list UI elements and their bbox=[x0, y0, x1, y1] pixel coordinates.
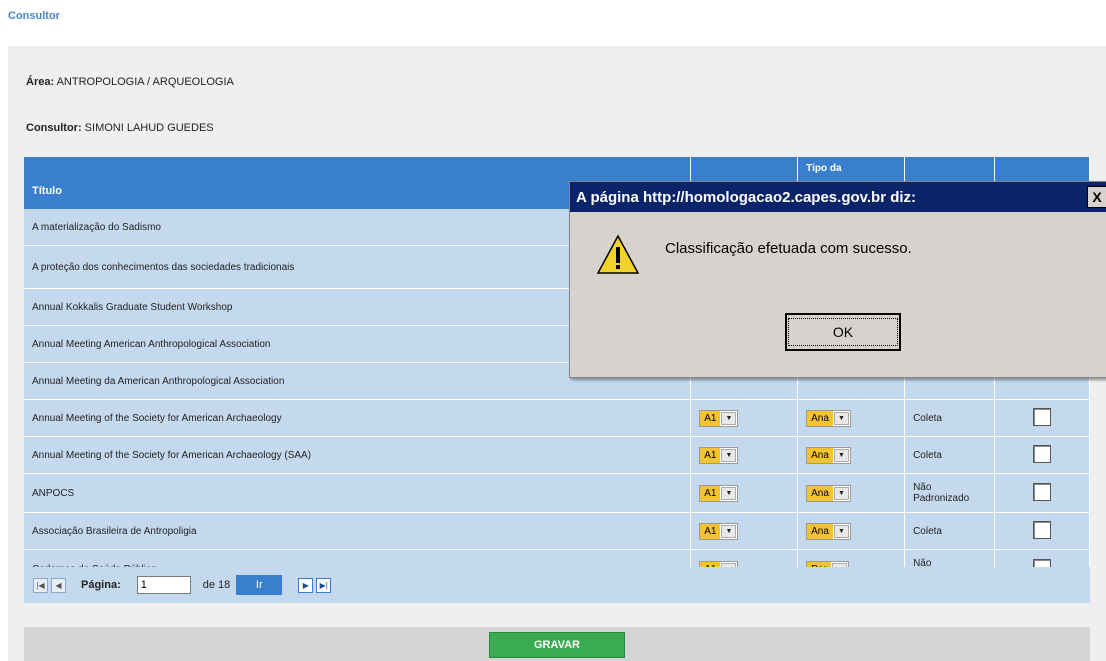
row-check-cell bbox=[994, 399, 1090, 437]
row-tipo-cell: Ana ▼ bbox=[797, 436, 906, 474]
page-total: de 18 bbox=[202, 579, 231, 591]
area-info: Área: ANTROPOLOGIA / ARQUEOLOGIA bbox=[26, 76, 234, 88]
row-class-cell: A1▼ bbox=[690, 473, 799, 513]
class-select-value: A1 bbox=[700, 410, 721, 426]
row-title: ANPOCS bbox=[24, 473, 692, 513]
class-select[interactable]: A1▼ bbox=[699, 409, 739, 427]
tipo-select[interactable]: Ana ▼ bbox=[806, 522, 851, 540]
area-value: ANTROPOLOGIA / ARQUEOLOGIA bbox=[56, 76, 234, 88]
row-class-cell: A1▼ bbox=[690, 436, 799, 474]
ok-label: OK bbox=[787, 318, 899, 346]
row-title: Annual Meeting of the Society for Americ… bbox=[24, 399, 692, 437]
chevron-down-icon[interactable]: ▼ bbox=[833, 524, 849, 538]
row-status: Coleta bbox=[904, 399, 996, 437]
tipo-select[interactable]: Ana ▼ bbox=[806, 446, 851, 464]
row-check-cell bbox=[994, 436, 1090, 474]
row-check-cell bbox=[994, 473, 1090, 513]
row-checkbox[interactable] bbox=[1033, 482, 1052, 501]
row-status: Coleta bbox=[904, 436, 996, 474]
dialog-title-bar: A página http://homologacao2.capes.gov.b… bbox=[570, 182, 1106, 212]
page-input[interactable] bbox=[136, 576, 191, 594]
tipo-select[interactable]: Ana ▼ bbox=[806, 484, 851, 502]
consultor-label: Consultor: bbox=[26, 122, 82, 134]
chevron-down-icon[interactable]: ▼ bbox=[721, 486, 737, 500]
table-row: Annual Meeting of the Society for Americ… bbox=[24, 399, 1090, 437]
row-title: Annual Meeting of the Society for Americ… bbox=[24, 436, 692, 474]
consultor-info: Consultor: SIMONI LAHUD GUEDES bbox=[26, 122, 214, 134]
tipo-select-value: Ana bbox=[807, 447, 833, 463]
row-tipo-cell: Ana ▼ bbox=[797, 473, 906, 513]
class-select[interactable]: A1▼ bbox=[699, 522, 739, 540]
row-check-cell bbox=[994, 512, 1090, 550]
go-button[interactable]: Ir bbox=[236, 575, 283, 595]
row-class-cell: A1▼ bbox=[690, 399, 799, 437]
pager: |◀ ◀ Página: de 18 Ir ▶ ▶| bbox=[24, 567, 1090, 603]
first-page-icon[interactable]: |◀ bbox=[33, 577, 48, 593]
next-page-icon[interactable]: ▶ bbox=[298, 577, 314, 593]
consultor-link[interactable]: Consultor bbox=[8, 10, 60, 22]
class-select-value: A1 bbox=[700, 485, 721, 501]
row-status: Coleta bbox=[904, 512, 996, 550]
row-class-cell: A1▼ bbox=[690, 512, 799, 550]
chevron-down-icon[interactable]: ▼ bbox=[721, 411, 737, 425]
class-select[interactable]: A1▼ bbox=[699, 484, 739, 502]
prev-page-icon[interactable]: ◀ bbox=[51, 577, 66, 593]
row-checkbox[interactable] bbox=[1033, 407, 1052, 426]
tipo-select-value: Ana bbox=[807, 410, 833, 426]
table-row: Annual Meeting of the Society for Americ… bbox=[24, 436, 1090, 474]
row-tipo-cell: Ana ▼ bbox=[797, 399, 906, 437]
dialog-title: A página http://homologacao2.capes.gov.b… bbox=[576, 188, 917, 206]
chevron-down-icon[interactable]: ▼ bbox=[833, 448, 849, 462]
last-page-icon[interactable]: ▶| bbox=[316, 577, 332, 593]
warning-icon bbox=[596, 234, 640, 274]
chevron-down-icon[interactable]: ▼ bbox=[721, 448, 737, 462]
tipo-select[interactable]: Ana ▼ bbox=[806, 409, 851, 427]
dialog-message: Classificação efetuada com sucesso. bbox=[665, 240, 912, 257]
row-checkbox[interactable] bbox=[1033, 520, 1052, 539]
save-button[interactable]: GRAVAR bbox=[489, 632, 625, 658]
chevron-down-icon[interactable]: ▼ bbox=[833, 486, 849, 500]
class-select[interactable]: A1▼ bbox=[699, 446, 739, 464]
ok-button[interactable]: OK bbox=[785, 313, 901, 351]
alert-dialog: A página http://homologacao2.capes.gov.b… bbox=[569, 181, 1106, 378]
close-icon[interactable]: X bbox=[1087, 186, 1106, 208]
chevron-down-icon[interactable]: ▼ bbox=[833, 411, 849, 425]
row-checkbox[interactable] bbox=[1033, 444, 1052, 463]
page-label: Página: bbox=[81, 579, 121, 591]
row-status: Não Padronizado bbox=[904, 473, 996, 513]
chevron-down-icon[interactable]: ▼ bbox=[721, 524, 737, 538]
class-select-value: A1 bbox=[700, 523, 721, 539]
table-row: Associação Brasileira de Antropoligia A1 ▼… bbox=[24, 512, 1090, 550]
row-tipo-cell: Ana ▼ bbox=[797, 512, 906, 550]
consultor-value: SIMONI LAHUD GUEDES bbox=[84, 122, 214, 134]
tipo-select-value: Ana bbox=[807, 523, 833, 539]
tipo-select-value: Ana bbox=[807, 485, 833, 501]
row-title: Associação Brasileira de Antropoligia bbox=[24, 512, 692, 550]
area-label: Área: bbox=[26, 76, 55, 88]
table-row: ANPOCS A1 ▼ Ana ▼ Não Padronizado bbox=[24, 473, 1090, 513]
class-select-value: A1 bbox=[700, 447, 721, 463]
